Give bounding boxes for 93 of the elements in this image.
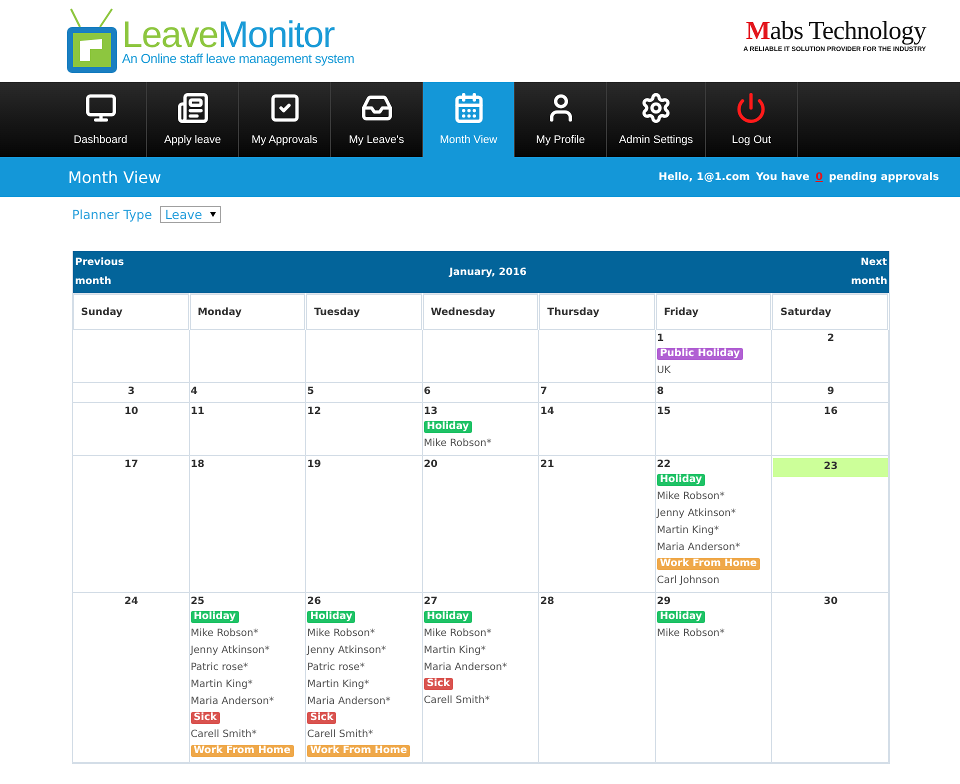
planner-type-label: Planner Type bbox=[72, 207, 152, 222]
employee-name: Mike Robson* bbox=[424, 437, 493, 451]
leave-type-tag: Holiday bbox=[424, 611, 472, 623]
approvals-label: pending approvals bbox=[828, 171, 939, 183]
employee-name: Mike Robson* bbox=[190, 627, 260, 641]
monitor-icon bbox=[84, 92, 116, 124]
employee-name: Carell Smith* bbox=[190, 728, 258, 742]
day-number: 24 bbox=[123, 595, 140, 609]
leave-type-tag: Sick bbox=[190, 712, 220, 724]
power-icon bbox=[735, 92, 768, 124]
employee-name: Martin King* bbox=[656, 524, 720, 538]
employee-name: Maria Anderson* bbox=[190, 695, 275, 709]
page-title: Month View bbox=[68, 168, 162, 186]
day-number: 18 bbox=[190, 458, 206, 472]
day-number: 17 bbox=[123, 458, 140, 472]
leave-type-tag: Sick bbox=[307, 712, 336, 724]
leave-type-tag: Work From Home bbox=[190, 745, 294, 757]
employee-name: Carell Smith* bbox=[307, 728, 374, 742]
day-number: 25 bbox=[190, 595, 206, 609]
calendar-icon bbox=[452, 92, 484, 124]
previous-month-link[interactable]: Previous month bbox=[75, 253, 125, 291]
day-number: 30 bbox=[822, 595, 839, 609]
day-number: 4 bbox=[190, 385, 199, 399]
day-number: 1 bbox=[656, 332, 665, 346]
leave-type-tag: Holiday bbox=[656, 474, 706, 486]
day-number: 19 bbox=[307, 458, 322, 472]
tv-logo-icon bbox=[66, 7, 118, 75]
leave-type-tag: Sick bbox=[424, 678, 453, 690]
day-number: 6 bbox=[424, 385, 432, 399]
month-title: January, 2016 bbox=[449, 266, 527, 278]
day-number: 29 bbox=[656, 595, 672, 609]
employee-name: Jenny Atkinson* bbox=[190, 644, 271, 658]
next-month-link[interactable]: Next month bbox=[851, 253, 887, 291]
leave-type-tag: Holiday bbox=[656, 611, 706, 623]
employee-name: Martin King* bbox=[190, 678, 254, 692]
settings-icon bbox=[640, 92, 672, 124]
day-number: 21 bbox=[540, 458, 556, 472]
weekday-header: Tuesday bbox=[306, 293, 422, 330]
caret-icon bbox=[210, 212, 216, 217]
day-number: 7 bbox=[540, 385, 548, 399]
day-number: 12 bbox=[307, 405, 322, 419]
day-number: 10 bbox=[123, 405, 140, 419]
user-greeting: Hello, 1@1.com bbox=[658, 171, 750, 183]
day-number: 5 bbox=[307, 385, 316, 399]
day-number: 15 bbox=[656, 405, 672, 419]
weekday-header: Monday bbox=[190, 293, 306, 330]
day-number: 16 bbox=[822, 405, 839, 419]
day-number: 3 bbox=[126, 385, 136, 399]
day-number: 23 bbox=[773, 458, 888, 477]
day-number: 27 bbox=[424, 595, 439, 609]
weekday-header: Thursday bbox=[539, 293, 655, 330]
partner-name: Mabs Technology bbox=[746, 16, 926, 45]
employee-name: Carell Smith* bbox=[424, 694, 491, 708]
day-number: 2 bbox=[826, 332, 836, 346]
employee-name: Maria Anderson* bbox=[656, 541, 742, 555]
brand-tagline: An Online staff leave management system bbox=[122, 51, 354, 66]
day-number: 26 bbox=[307, 595, 322, 609]
leave-type-tag: Work From Home bbox=[307, 745, 410, 757]
leave-type-tag: Work From Home bbox=[656, 558, 760, 570]
newspaper-icon bbox=[176, 92, 208, 124]
day-number: 11 bbox=[190, 405, 206, 419]
employee-name: Mike Robson* bbox=[656, 490, 726, 504]
leave-type-tag: Holiday bbox=[424, 421, 472, 433]
employee-name: Maria Anderson* bbox=[307, 695, 392, 709]
day-number: 20 bbox=[424, 458, 439, 472]
employee-name: Jenny Atkinson* bbox=[656, 507, 737, 521]
employee-name: Maria Anderson* bbox=[424, 661, 508, 675]
checkbox-icon bbox=[268, 92, 300, 124]
employee-name: Mike Robson* bbox=[656, 627, 726, 641]
leave-type-tag: Holiday bbox=[190, 611, 239, 623]
day-number: 28 bbox=[540, 595, 556, 609]
employee-name: Carl Johnson bbox=[656, 574, 720, 588]
employee-name: Mike Robson* bbox=[424, 627, 493, 641]
day-number: 8 bbox=[656, 385, 665, 399]
employee-name: Patric rose* bbox=[307, 661, 366, 675]
weekday-header: Saturday bbox=[772, 293, 888, 330]
employee-name: Patric rose* bbox=[190, 661, 250, 675]
day-number: 9 bbox=[826, 385, 836, 399]
employee-name: Jenny Atkinson* bbox=[307, 644, 388, 658]
employee-name: UK bbox=[656, 364, 672, 378]
employee-name: Martin King* bbox=[307, 678, 370, 692]
day-number: 13 bbox=[424, 405, 439, 419]
leave-type-tag: Holiday bbox=[307, 611, 356, 623]
leave-type-tag: Public Holiday bbox=[656, 348, 743, 360]
employee-name: Martin King* bbox=[424, 644, 487, 658]
weekday-header: Wednesday bbox=[422, 293, 538, 330]
brand-name: LeaveMonitor bbox=[122, 16, 335, 54]
employee-name: Mike Robson* bbox=[307, 627, 376, 641]
approvals-label: You have bbox=[756, 171, 810, 183]
weekday-header: Sunday bbox=[73, 293, 189, 330]
day-number: 22 bbox=[656, 458, 672, 472]
day-number: 14 bbox=[540, 405, 556, 419]
weekday-header: Friday bbox=[656, 293, 772, 330]
